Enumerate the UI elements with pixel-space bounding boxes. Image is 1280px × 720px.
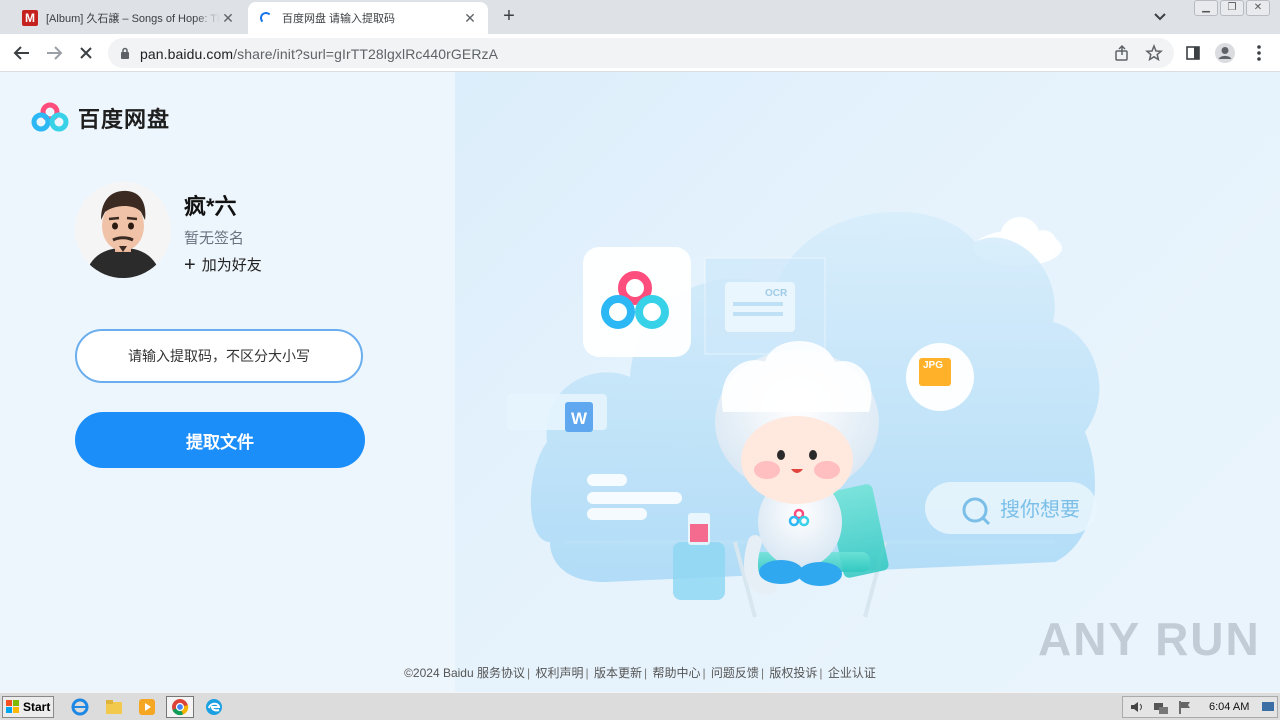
search-pill-icon: 搜你想要 xyxy=(925,482,1097,534)
side-panel-icon[interactable] xyxy=(1182,42,1204,64)
close-window-button[interactable]: ✕ xyxy=(1246,0,1270,16)
browser-toolbar: pan.baidu.com/share/init?surl=gIrTT28lgx… xyxy=(0,34,1280,72)
footer-link-feedback[interactable]: 问题反馈 xyxy=(711,666,759,680)
footer-link-copyright-complaint[interactable]: 版权投诉 xyxy=(769,666,817,680)
tab-title: 百度网盘 请输入提取码 xyxy=(282,13,396,25)
search-label: 搜你想要 xyxy=(1000,497,1080,521)
restore-button[interactable]: ❐ xyxy=(1220,0,1244,16)
username: 疯*六 xyxy=(184,194,237,219)
stop-loading-icon[interactable] xyxy=(74,41,98,65)
extraction-code-input[interactable] xyxy=(75,329,363,383)
new-tab-button[interactable]: + xyxy=(498,6,520,28)
profile-icon[interactable] xyxy=(1214,42,1236,64)
anyrun-watermark: ANY RUN xyxy=(1038,613,1261,665)
window-controls: ▁ ❐ ✕ xyxy=(1194,0,1270,18)
footer-link-enterprise-cert[interactable]: 企业认证 xyxy=(828,666,876,680)
taskbar-clock[interactable]: 6:04 AM xyxy=(1209,701,1249,713)
close-tab-icon[interactable]: ✕ xyxy=(462,10,478,26)
share-icon[interactable] xyxy=(1113,44,1131,62)
baidu-pan-logo[interactable]: 百度网盘 xyxy=(30,102,170,134)
explorer-icon[interactable] xyxy=(100,696,128,718)
share-page: 百度网盘 疯*六 暂无签名 + 加为好友 提取文件 xyxy=(0,72,1280,692)
back-arrow-icon[interactable] xyxy=(10,41,34,65)
footer-link-service-agreement[interactable]: 服务协议 xyxy=(477,666,525,680)
word-label: W xyxy=(571,409,588,428)
close-tab-icon[interactable]: ✕ xyxy=(220,10,236,26)
jpg-file-icon: JPG xyxy=(906,343,974,411)
url-text[interactable]: pan.baidu.com/share/init?surl=gIrTT28lgx… xyxy=(140,46,498,62)
ie-icon[interactable] xyxy=(66,696,94,718)
cloud-mascot-illustration: OCR JPG W 搜你想要 xyxy=(507,211,1100,618)
ocr-label: OCR xyxy=(765,288,788,299)
left-panel: 百度网盘 疯*六 暂无签名 + 加为好友 提取文件 xyxy=(0,72,455,692)
forward-arrow-icon[interactable] xyxy=(42,41,66,65)
footer-link-version-update[interactable]: 版本更新 xyxy=(594,666,642,680)
system-tray xyxy=(1122,696,1278,718)
jpg-label: JPG xyxy=(923,360,943,371)
bookmark-star-icon[interactable] xyxy=(1145,43,1163,62)
tab-baidu[interactable]: 百度网盘 请输入提取码 ✕ xyxy=(248,2,488,34)
menu-kebab-icon[interactable] xyxy=(1248,42,1270,64)
footer-link-rights[interactable]: 权利声明 xyxy=(535,666,583,680)
hero-illustration: OCR JPG W 搜你想要 xyxy=(455,72,1280,692)
baidu-pan-logo-icon xyxy=(31,102,69,132)
tab-album[interactable]: M [Album] 久石譲 – Songs of Hope: The Essen… xyxy=(12,2,246,34)
mega-favicon-icon: M xyxy=(22,10,38,26)
plus-icon: + xyxy=(184,253,196,276)
windows-logo-icon xyxy=(6,700,19,713)
logo-text: 百度网盘 xyxy=(78,107,171,132)
add-friend-label: 加为好友 xyxy=(201,257,262,274)
media-player-icon[interactable] xyxy=(133,696,161,718)
user-avatar[interactable] xyxy=(75,182,171,278)
network-icon[interactable] xyxy=(1153,699,1169,720)
windows-taskbar: Start 6:04 AM xyxy=(0,692,1280,720)
user-signature: 暂无签名 xyxy=(184,230,245,247)
edge-icon[interactable] xyxy=(200,696,228,718)
tab-title: [Album] 久石譲 – Songs of Hope: The Essenti… xyxy=(46,13,220,25)
show-desktop-icon[interactable] xyxy=(1261,700,1275,719)
start-button[interactable]: Start xyxy=(2,696,54,718)
action-center-flag-icon[interactable] xyxy=(1177,699,1193,720)
page-footer: ©2024 Baidu 服务协议 | 权利声明 | 版本更新 | 帮助中心 | 问题反馈… xyxy=(404,666,876,680)
minimize-button[interactable]: ▁ xyxy=(1194,0,1218,16)
chrome-icon[interactable] xyxy=(166,696,194,718)
volume-icon[interactable] xyxy=(1129,699,1145,720)
address-bar[interactable]: pan.baidu.com/share/init?surl=gIrTT28lgx… xyxy=(108,38,1174,68)
loading-spinner-icon xyxy=(258,10,274,26)
baidu-app-tile-icon xyxy=(583,247,691,357)
lock-icon[interactable] xyxy=(120,46,130,59)
extract-files-button[interactable]: 提取文件 xyxy=(75,412,365,468)
footer-link-help-center[interactable]: 帮助中心 xyxy=(652,666,700,680)
ocr-document-icon: OCR xyxy=(704,257,826,355)
tab-search-chevron-icon[interactable] xyxy=(1150,8,1170,26)
tab-strip: M [Album] 久石譲 – Songs of Hope: The Essen… xyxy=(0,0,1280,34)
add-friend-button[interactable]: + 加为好友 xyxy=(184,254,262,275)
start-label: Start xyxy=(23,700,51,714)
word-document-icon: W xyxy=(507,394,607,432)
copyright: ©2024 Baidu xyxy=(404,666,474,680)
